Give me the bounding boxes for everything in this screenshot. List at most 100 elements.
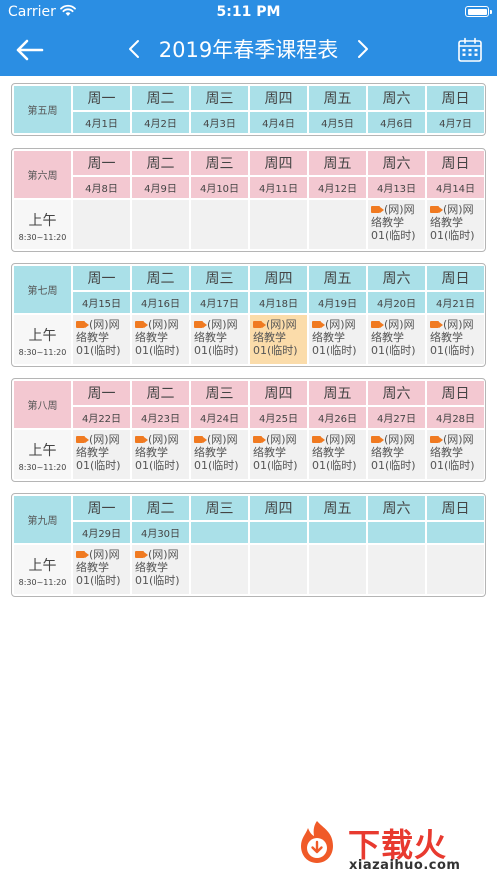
weekday-header: 周二 — [132, 266, 189, 290]
period-name: 上午 — [28, 213, 57, 229]
weekday-header: 周一 — [73, 381, 130, 405]
weekday-header: 周日 — [427, 151, 484, 175]
date-cell: 4月10日 — [191, 177, 248, 198]
date-cell: 4月27日 — [368, 407, 425, 428]
course-cell[interactable]: (网)网络教学01(临时) — [73, 315, 130, 364]
navigation-bar: 2019年春季课程表 — [0, 24, 497, 76]
course-cell[interactable]: (网)网络教学01(临时) — [132, 430, 189, 479]
video-camera-icon — [194, 321, 203, 328]
weekday-header: 周日 — [427, 381, 484, 405]
empty-slot — [191, 200, 248, 249]
week-label: 第七周 — [14, 266, 71, 313]
calendar-icon[interactable] — [457, 37, 483, 63]
video-camera-icon — [430, 321, 439, 328]
weekday-header: 周日 — [427, 86, 484, 110]
week-card: 第七周 周一 4月15日 周二 4月16日 周三 4月17日 周四 4月18日 周五 4月19日 周六… — [11, 263, 486, 367]
course-cell[interactable]: (网)网络教学01(临时) — [368, 315, 425, 364]
weekday-header: 周日 — [427, 496, 484, 520]
status-time: 5:11 PM — [216, 4, 281, 20]
date-cell: 4月22日 — [73, 407, 130, 428]
date-cell — [309, 522, 366, 543]
week-card: 第五周 周一 4月1日 周二 4月2日 周三 4月3日 周四 4月4日 周五 4月5日 周六 4月6日周… — [11, 83, 486, 136]
period-label: 上午 8:30~11:20 — [14, 315, 71, 364]
video-camera-icon — [194, 436, 203, 443]
video-camera-icon — [76, 551, 85, 558]
date-cell: 4月25日 — [250, 407, 307, 428]
course-cell[interactable]: (网)网络教学01(临时) — [309, 430, 366, 479]
video-camera-icon — [253, 321, 262, 328]
date-cell: 4月30日 — [132, 522, 189, 543]
weekday-header: 周六 — [368, 86, 425, 110]
weekday-header: 周四 — [250, 496, 307, 520]
empty-slot — [250, 545, 307, 594]
weekday-header: 周六 — [368, 266, 425, 290]
video-camera-icon — [135, 551, 144, 558]
weekday-header: 周二 — [132, 151, 189, 175]
date-cell: 4月29日 — [73, 522, 130, 543]
course-cell[interactable]: (网)网络教学01(临时) — [132, 545, 189, 594]
course-cell[interactable]: (网)网络教学01(临时) — [191, 430, 248, 479]
week-card: 第六周 周一 4月8日 周二 4月9日 周三 4月10日 周四 4月11日 周五 4月12日 周六 4月… — [11, 148, 486, 252]
date-cell: 4月11日 — [250, 177, 307, 198]
empty-slot — [309, 545, 366, 594]
weekday-header: 周五 — [309, 266, 366, 290]
empty-slot — [250, 200, 307, 249]
course-cell[interactable]: (网)网络教学01(临时) — [368, 200, 425, 249]
course-cell[interactable]: (网)网络教学01(临时) — [73, 545, 130, 594]
period-label: 上午 8:30~11:20 — [14, 200, 71, 249]
weekday-header: 周一 — [73, 496, 130, 520]
course-cell[interactable]: (网)网络教学01(临时) — [427, 200, 484, 249]
date-cell: 4月14日 — [427, 177, 484, 198]
weekday-header: 周六 — [368, 496, 425, 520]
date-cell: 4月15日 — [73, 292, 130, 313]
video-camera-icon — [371, 206, 380, 213]
course-cell[interactable]: (网)网络教学01(临时) — [368, 430, 425, 479]
week-card: 第八周 周一 4月22日 周二 4月23日 周三 4月24日 周四 4月25日 周五 4月26日 周六… — [11, 378, 486, 482]
video-camera-icon — [371, 436, 380, 443]
weekday-header: 周五 — [309, 496, 366, 520]
previous-term-chevron-icon[interactable] — [126, 37, 142, 61]
weekday-header: 周六 — [368, 381, 425, 405]
week-card: 第九周 周一 4月29日 周二 4月30日 周三 周四 周五 周六 周日 上午 8:30~11:20 (… — [11, 493, 486, 597]
weekday-header: 周五 — [309, 86, 366, 110]
date-cell: 4月19日 — [309, 292, 366, 313]
date-cell: 4月8日 — [73, 177, 130, 198]
video-camera-icon — [76, 321, 85, 328]
course-cell[interactable]: (网)网络教学01(临时) — [250, 430, 307, 479]
date-cell — [368, 522, 425, 543]
weekday-header: 周五 — [309, 151, 366, 175]
course-cell[interactable]: (网)网络教学01(临时) — [73, 430, 130, 479]
date-cell — [427, 522, 484, 543]
date-cell: 4月12日 — [309, 177, 366, 198]
weekday-header: 周五 — [309, 381, 366, 405]
period-label: 上午 8:30~11:20 — [14, 430, 71, 479]
page-title: 2019年春季课程表 — [158, 38, 339, 62]
weekday-header: 周四 — [250, 86, 307, 110]
weekday-header: 周四 — [250, 266, 307, 290]
course-cell[interactable]: (网)网络教学01(临时) — [427, 315, 484, 364]
video-camera-icon — [312, 436, 321, 443]
date-cell: 4月7日 — [427, 112, 484, 133]
video-camera-icon — [253, 436, 262, 443]
course-cell[interactable]: (网)网络教学01(临时) — [309, 315, 366, 364]
date-cell: 4月4日 — [250, 112, 307, 133]
date-cell: 4月17日 — [191, 292, 248, 313]
battery-icon — [465, 6, 492, 17]
date-cell: 4月24日 — [191, 407, 248, 428]
course-cell[interactable]: (网)网络教学01(临时) — [250, 315, 307, 364]
weekday-header: 周四 — [250, 151, 307, 175]
empty-slot — [309, 200, 366, 249]
date-cell: 4月28日 — [427, 407, 484, 428]
course-cell[interactable]: (网)网络教学01(临时) — [191, 315, 248, 364]
date-cell — [250, 522, 307, 543]
course-cell[interactable]: (网)网络教学01(临时) — [132, 315, 189, 364]
weekday-header: 周一 — [73, 86, 130, 110]
weekday-header: 周六 — [368, 151, 425, 175]
video-camera-icon — [135, 436, 144, 443]
empty-slot — [427, 545, 484, 594]
title-group: 2019年春季课程表 — [0, 34, 497, 64]
course-cell[interactable]: (网)网络教学01(临时) — [427, 430, 484, 479]
next-term-chevron-icon[interactable] — [355, 37, 371, 61]
empty-slot — [132, 200, 189, 249]
date-cell: 4月23日 — [132, 407, 189, 428]
